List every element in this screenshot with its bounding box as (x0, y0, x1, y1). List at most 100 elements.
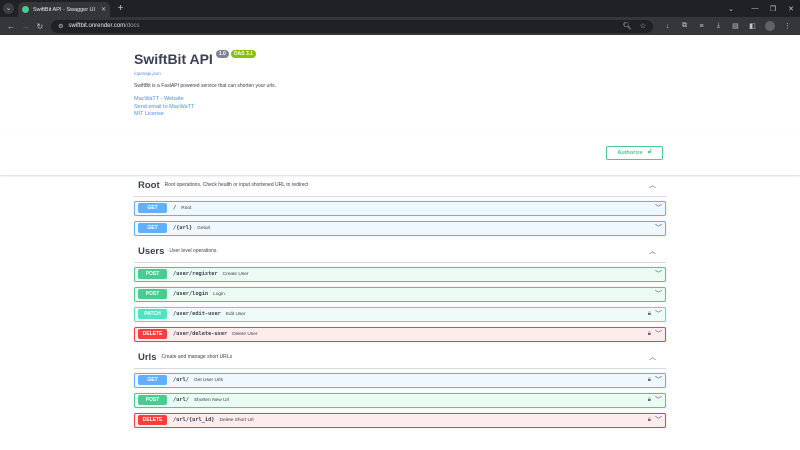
method-badge: GET (138, 375, 167, 385)
opblock-delete-short-url[interactable]: DELETE /url/{url_id} Delete Short Url 🔒︎… (134, 412, 666, 428)
oas-badge: OAS 3.1 (230, 50, 256, 58)
tag-name: Users (138, 245, 165, 257)
license-link[interactable]: MIT License (134, 111, 666, 119)
chevron-down-icon[interactable]: ﹀ (655, 309, 662, 319)
downloads-tray-icon[interactable]: ⤓ (710, 22, 727, 30)
operation-summary: Delete User (232, 331, 258, 337)
operation-path: /url/ (173, 397, 189, 403)
chevron-up-icon[interactable]: ︿ (649, 246, 656, 256)
zoom-icon[interactable]: 🔍︎ (623, 22, 632, 30)
lock-icon[interactable]: 🔒︎ (648, 397, 651, 404)
lock-icon[interactable]: 🔒︎ (648, 311, 651, 318)
opblock-get-root[interactable]: GET / Root ﹀ (134, 200, 666, 216)
chevron-down-icon[interactable]: ﹀ (655, 395, 662, 405)
address-bar[interactable]: ⚙ swiftbit.onrender.com/docs 🔍︎ ☆ (51, 19, 653, 33)
version-badge: 1.0 (215, 50, 229, 58)
lock-icon[interactable]: 🔒︎ (648, 417, 651, 424)
browser-tab-strip: ⌄ SwiftBit API - Swagger UI ✕ + ⌄ — ❐ ✕ (0, 0, 800, 17)
bookmark-star-icon[interactable]: ☆ (640, 22, 646, 30)
method-badge: DELETE (138, 415, 167, 425)
tag-description: Root operations. Check health or input s… (164, 182, 309, 188)
maximize-icon[interactable]: ❐ (764, 5, 782, 13)
tag-description: User level operations. (169, 248, 218, 254)
api-info: SwiftBit API 1.0 OAS 3.1 /openapi.json S… (134, 50, 666, 119)
browser-tab[interactable]: SwiftBit API - Swagger UI ✕ (18, 2, 110, 17)
opblock-post-login[interactable]: POST /user/login Login ﹀ (134, 286, 666, 302)
opblock-post-register[interactable]: POST /user/register Create User ﹀ (134, 266, 666, 282)
authorize-label: Authorize (617, 149, 643, 156)
opblock-get-url[interactable]: GET /{url} Geturl ﹀ (134, 220, 666, 236)
new-tab-button[interactable]: + (115, 4, 126, 15)
method-badge: POST (138, 269, 167, 279)
chevron-down-icon[interactable]: ﹀ (655, 223, 662, 233)
operation-summary: Login (213, 291, 225, 297)
tag-header-root[interactable]: Root Root operations. Check health or in… (134, 175, 666, 197)
browser-toolbar: ← → ↻ ⚙ swiftbit.onrender.com/docs 🔍︎ ☆ … (0, 17, 800, 35)
operation-summary: Create User (222, 271, 249, 277)
method-badge: GET (138, 203, 167, 213)
chevron-up-icon[interactable]: ︿ (649, 352, 656, 362)
lock-icon[interactable]: 🔒︎ (648, 331, 651, 338)
website-link[interactable]: MacWaTT - Website (134, 96, 666, 104)
chevron-down-icon[interactable]: ﹀ (655, 269, 662, 279)
operation-path: / (173, 205, 177, 211)
email-link[interactable]: Send email to MacWaTT (134, 104, 666, 112)
tag-name: Urls (138, 351, 157, 363)
tag-section-root: Root Root operations. Check health or in… (134, 175, 666, 236)
operation-path: /user/register (173, 271, 218, 277)
kebab-menu-icon[interactable]: ⋮ (779, 22, 796, 30)
api-description: SwiftBit is a FastAPI powered service th… (134, 83, 277, 89)
close-window-icon[interactable]: ✕ (782, 5, 800, 13)
profile-avatar[interactable] (764, 21, 775, 31)
download-icon[interactable]: ↓ (659, 23, 676, 30)
operation-path: /user/edit-user (173, 311, 221, 317)
chevron-down-icon[interactable]: ﹀ (655, 203, 662, 213)
method-badge: POST (138, 395, 167, 405)
extensions-icon[interactable]: ⧉ (676, 22, 693, 30)
site-info-icon[interactable]: ⚙ (58, 23, 63, 30)
chevron-down-icon[interactable]: ﹀ (655, 289, 662, 299)
method-badge: POST (138, 289, 167, 299)
lock-icon: 🔓︎ (647, 149, 652, 155)
operation-summary: Get User Urls (193, 377, 224, 383)
url-path: /docs (125, 23, 140, 29)
tab-search-icon[interactable]: ⌄ (3, 3, 14, 14)
authorize-button[interactable]: Authorize 🔓︎ (606, 145, 663, 160)
back-icon[interactable]: ← (4, 22, 18, 31)
forward-icon[interactable]: → (18, 22, 32, 31)
scheme-container: Authorize 🔓︎ (0, 131, 800, 175)
opblock-patch-edit-user[interactable]: PATCH /user/edit-user Edit User 🔒︎ ﹀ (134, 306, 666, 322)
chevron-down-icon[interactable]: ﹀ (655, 375, 662, 385)
operation-path: /{url} (173, 225, 193, 231)
chevron-down-icon[interactable]: ﹀ (655, 415, 662, 425)
tag-description: Create and manage short URLs (161, 354, 233, 360)
operation-summary: Delete Short Url (219, 417, 254, 423)
side-panel-icon[interactable]: ◧ (744, 22, 761, 30)
openapi-json-link[interactable]: /openapi.json (134, 71, 666, 76)
chevron-down-icon[interactable]: ﹀ (655, 329, 662, 339)
method-badge: PATCH (138, 309, 167, 319)
tag-header-users[interactable]: Users User level operations. ︿ (134, 241, 666, 263)
swagger-favicon-icon (22, 6, 29, 13)
reload-icon[interactable]: ↻ (33, 22, 47, 31)
page-title: SwiftBit API (134, 51, 213, 67)
chevron-down-icon[interactable]: ⌄ (722, 5, 740, 13)
opblock-delete-user[interactable]: DELETE /user/delete-user Delete User 🔒︎ … (134, 326, 666, 342)
lock-icon[interactable]: 🔒︎ (648, 377, 651, 384)
tag-section-users: Users User level operations. ︿ POST /use… (134, 241, 666, 342)
window-controls: ⌄ — ❐ ✕ (722, 0, 800, 17)
opblock-get-user-urls[interactable]: GET /url/ Get User Urls 🔒︎ ﹀ (134, 372, 666, 388)
method-badge: GET (138, 223, 167, 233)
media-icon[interactable]: ≡ (693, 23, 710, 30)
operation-summary: Edit User (225, 311, 246, 317)
minimize-icon[interactable]: — (746, 5, 764, 12)
bookmarks-icon[interactable]: ▤ (727, 22, 744, 30)
opblock-post-shorten-url[interactable]: POST /url/ Shorten New Url 🔒︎ ﹀ (134, 392, 666, 408)
tag-name: Root (138, 179, 160, 191)
tab-title: SwiftBit API - Swagger UI (33, 6, 96, 13)
tag-header-urls[interactable]: Urls Create and manage short URLs ︿ (134, 347, 666, 369)
swagger-page: SwiftBit API 1.0 OAS 3.1 /openapi.json S… (0, 35, 800, 450)
chevron-up-icon[interactable]: ︿ (649, 180, 656, 190)
info-links: MacWaTT - Website Send email to MacWaTT … (134, 96, 666, 119)
close-tab-icon[interactable]: ✕ (101, 6, 106, 13)
